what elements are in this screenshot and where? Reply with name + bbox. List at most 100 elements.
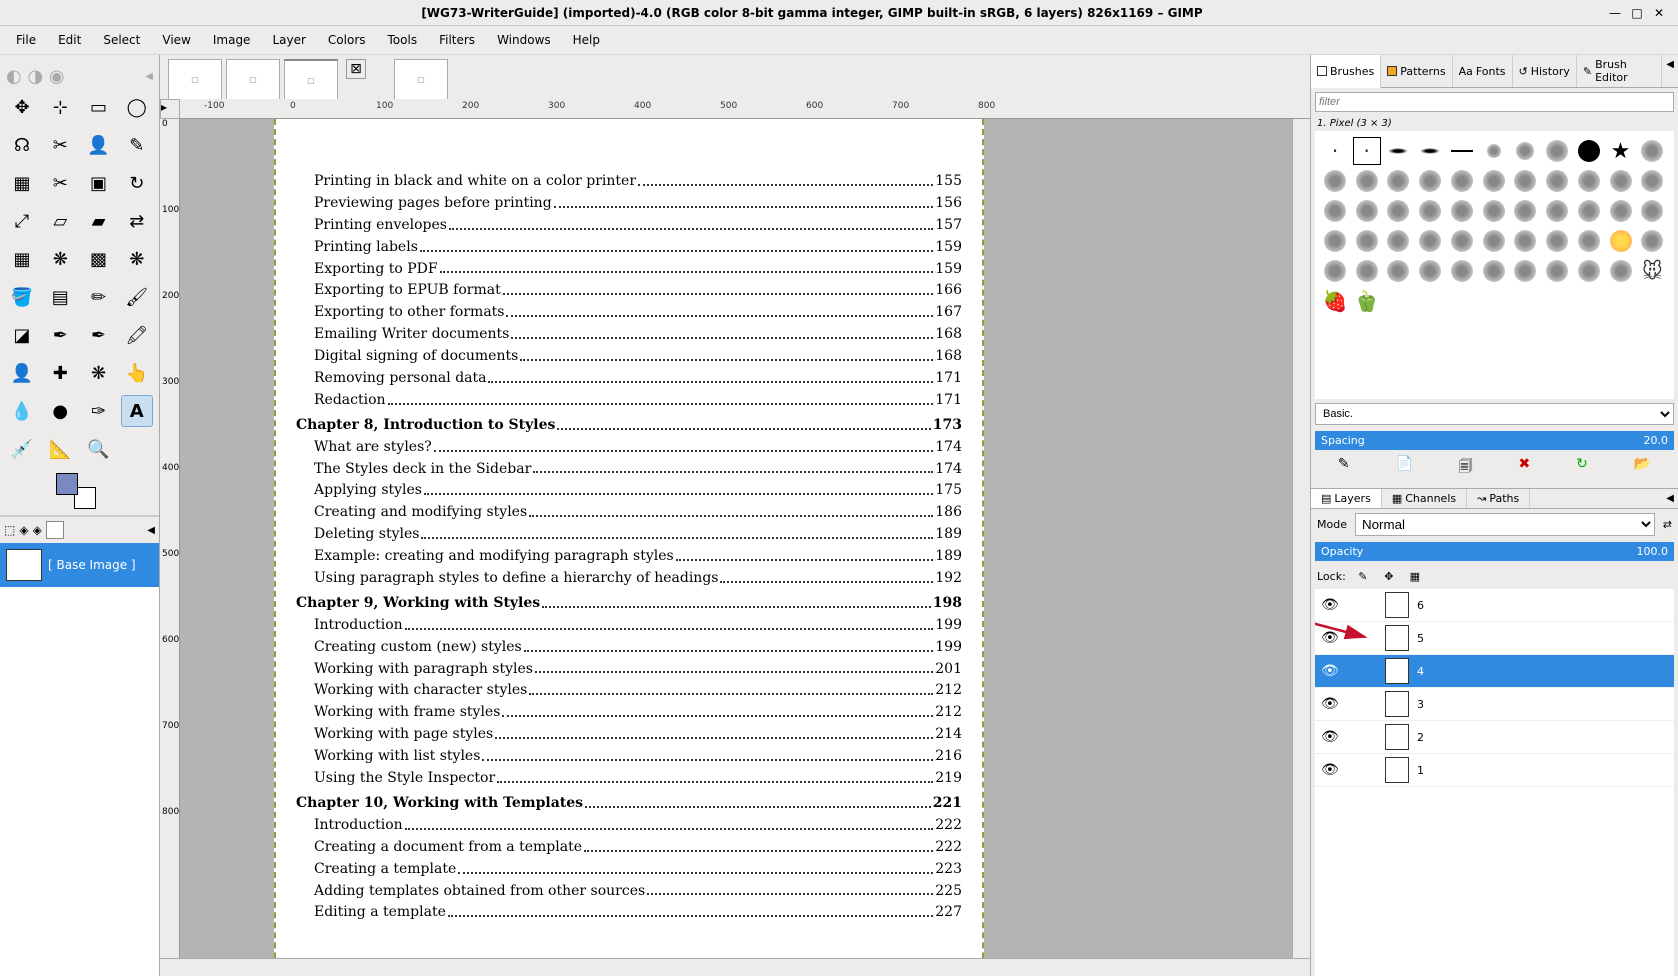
brush-item[interactable] <box>1638 227 1666 255</box>
layer-name[interactable]: 1 <box>1417 764 1424 777</box>
menu-view[interactable]: View <box>152 30 200 50</box>
measure-tool[interactable]: 📐 <box>44 433 76 465</box>
mode-switch-icon[interactable]: ⇄ <box>1663 518 1672 531</box>
shear-tool[interactable]: ▱ <box>44 205 76 237</box>
brush-item[interactable] <box>1448 197 1476 225</box>
brush-item[interactable] <box>1607 227 1635 255</box>
brush-item[interactable] <box>1384 197 1412 225</box>
brush-item[interactable] <box>1321 167 1349 195</box>
handle-transform-tool[interactable]: ▩ <box>83 243 115 275</box>
brush-item[interactable]: 🫑 <box>1353 287 1381 315</box>
brush-filter-input[interactable] <box>1315 92 1674 112</box>
new-brush-icon[interactable]: 📄 <box>1395 456 1412 480</box>
image-tab[interactable]: ▢ <box>394 59 448 99</box>
tab-brush-editor[interactable]: ✎Brush Editor <box>1577 55 1662 87</box>
brush-item[interactable] <box>1511 137 1539 165</box>
mypaint-brush-tool[interactable]: 🖍 <box>121 319 153 351</box>
layer-visibility-icon[interactable]: 👁 <box>1321 729 1345 745</box>
brush-item[interactable]: 🍓 <box>1321 287 1349 315</box>
brush-item[interactable] <box>1511 197 1539 225</box>
tool-opt-icon[interactable]: ⬚ <box>4 523 15 537</box>
3d-transform-tool[interactable]: ❋ <box>121 243 153 275</box>
lock-pixels-icon[interactable]: ✎ <box>1354 567 1372 585</box>
dodge-tool[interactable]: ● <box>44 395 76 427</box>
ruler-horizontal[interactable]: -100 0 100 200 300 400 500 600 700 800 <box>180 99 1310 119</box>
layer-name[interactable]: 4 <box>1417 665 1424 678</box>
delete-brush-icon[interactable]: ✖ <box>1519 456 1531 480</box>
layer-visibility-icon[interactable]: 👁 <box>1321 597 1345 613</box>
canvas[interactable]: Printing in black and white on a color p… <box>180 119 1292 958</box>
tab-paths[interactable]: ↝Paths <box>1467 489 1530 508</box>
brush-item[interactable] <box>1384 257 1412 285</box>
tool-opt-icon[interactable]: ◈ <box>33 523 42 537</box>
gradient-tool[interactable]: ▤ <box>44 281 76 313</box>
brush-item[interactable]: 🐭 <box>1638 257 1666 285</box>
move-tool[interactable]: ✥ <box>6 91 38 123</box>
bucket-fill-tool[interactable]: 🪣 <box>6 281 38 313</box>
layer-row[interactable]: 👁6 <box>1315 589 1674 622</box>
brush-item[interactable] <box>1353 197 1381 225</box>
brush-item[interactable] <box>1480 197 1508 225</box>
layer-name[interactable]: 6 <box>1417 599 1424 612</box>
ink-tool[interactable]: ✒ <box>83 319 115 351</box>
ellipse-select-tool[interactable]: ◯ <box>121 91 153 123</box>
ruler-corner[interactable]: ▸ <box>160 99 180 119</box>
brush-grid[interactable]: · · ★ <box>1315 131 1674 399</box>
menu-edit[interactable]: Edit <box>48 30 91 50</box>
perspective-clone-tool[interactable]: ❋ <box>83 357 115 389</box>
clone-tool[interactable]: 👤 <box>6 357 38 389</box>
smudge-tool[interactable]: 👆 <box>121 357 153 389</box>
rotate-tool[interactable]: ↻ <box>121 167 153 199</box>
eraser-tool[interactable]: ◪ <box>6 319 38 351</box>
brush-item[interactable]: · <box>1321 137 1349 165</box>
brush-item[interactable] <box>1353 257 1381 285</box>
free-select-tool[interactable]: ☊ <box>6 129 38 161</box>
by-color-select-tool[interactable]: ▦ <box>6 167 38 199</box>
foreground-select-tool[interactable]: 👤 <box>83 129 115 161</box>
tab-patterns[interactable]: Patterns <box>1381 55 1452 87</box>
brush-item[interactable] <box>1638 137 1666 165</box>
layer-name[interactable]: 2 <box>1417 731 1424 744</box>
scale-tool[interactable]: ⤢ <box>6 205 38 237</box>
warp-tool[interactable]: ❋ <box>44 243 76 275</box>
brush-item[interactable] <box>1480 167 1508 195</box>
foreground-color[interactable] <box>56 473 78 495</box>
airbrush-tool[interactable]: ✒ <box>44 319 76 351</box>
unified-transform-tool[interactable]: ▣ <box>83 167 115 199</box>
brush-item[interactable] <box>1543 227 1571 255</box>
flip-tool[interactable]: ⇄ <box>121 205 153 237</box>
image-tab[interactable]: ▢ <box>168 59 222 99</box>
brush-item[interactable] <box>1511 257 1539 285</box>
tab-channels[interactable]: ▦Channels <box>1382 489 1467 508</box>
tab-brushes[interactable]: Brushes <box>1311 55 1381 88</box>
brush-spacing-slider[interactable]: Spacing 20.0 <box>1315 431 1674 450</box>
brush-item[interactable] <box>1543 197 1571 225</box>
brush-item-selected[interactable]: · <box>1353 137 1381 165</box>
tab-fonts[interactable]: AaFonts <box>1453 55 1513 87</box>
maximize-button[interactable]: □ <box>1630 6 1644 20</box>
brush-item[interactable] <box>1353 167 1381 195</box>
menu-windows[interactable]: Windows <box>487 30 561 50</box>
brush-preset-select[interactable]: Basic. <box>1315 403 1674 425</box>
tab-close-button[interactable]: ⊠ <box>346 59 366 79</box>
color-picker-tool[interactable]: 💉 <box>6 433 38 465</box>
brush-item[interactable] <box>1416 197 1444 225</box>
brush-item[interactable] <box>1638 197 1666 225</box>
ruler-vertical[interactable]: 0 100 200 300 400 500 600 700 800 <box>160 119 180 958</box>
brush-item[interactable] <box>1448 227 1476 255</box>
dock-toggle-icon[interactable]: ◀ <box>145 71 153 82</box>
layer-row[interactable]: 👁4 <box>1315 655 1674 688</box>
brush-item[interactable] <box>1480 227 1508 255</box>
pencil-tool[interactable]: ✏ <box>83 281 115 313</box>
blend-mode-select[interactable]: Normal <box>1355 513 1655 536</box>
fuzzy-select-tool[interactable]: ✎ <box>121 129 153 161</box>
tool-opt-icon[interactable]: ◈ <box>19 523 28 537</box>
brush-item[interactable] <box>1607 257 1635 285</box>
menu-help[interactable]: Help <box>563 30 610 50</box>
brush-item[interactable] <box>1638 167 1666 195</box>
layer-row[interactable]: 👁1 <box>1315 754 1674 787</box>
vertical-scrollbar[interactable] <box>1292 119 1310 958</box>
brush-item[interactable] <box>1575 227 1603 255</box>
brush-item[interactable] <box>1480 137 1508 165</box>
dock-menu-icon[interactable]: ◀ <box>1662 55 1678 87</box>
